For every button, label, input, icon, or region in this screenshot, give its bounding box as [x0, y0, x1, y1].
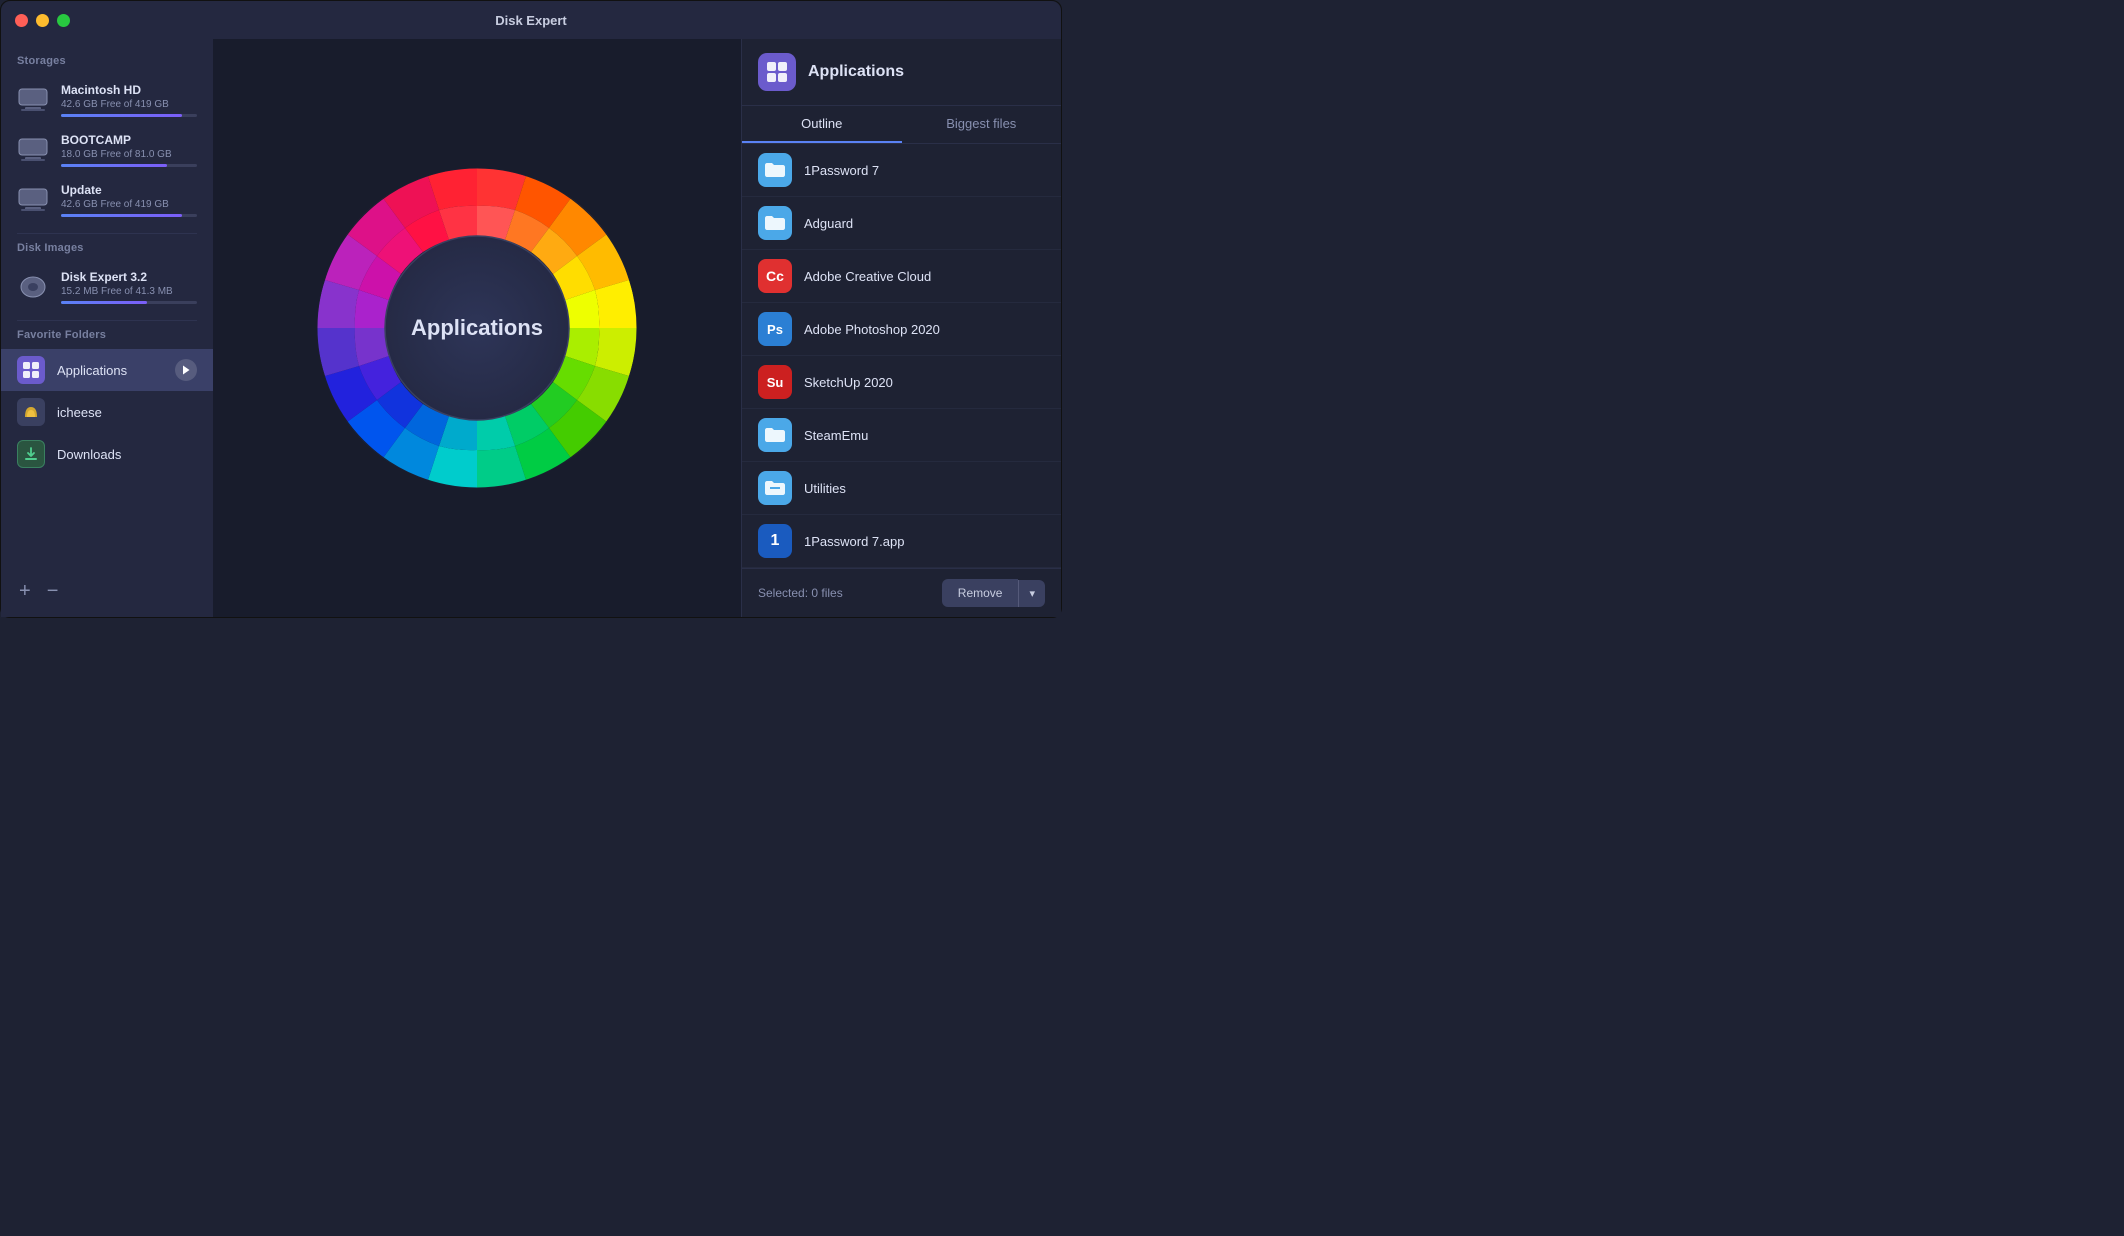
- file-item-adobe-cc[interactable]: Cc Adobe Creative Cloud: [742, 250, 1061, 303]
- bootcamp-name: BOOTCAMP: [61, 133, 197, 147]
- file-item-1password7[interactable]: 1Password 7: [742, 144, 1061, 197]
- app-title: Disk Expert: [495, 13, 567, 28]
- maximize-button[interactable]: [57, 14, 70, 27]
- update-icon: [17, 186, 49, 214]
- remove-button[interactable]: Remove: [942, 579, 1019, 607]
- file-item-steamemu[interactable]: SteamEmu: [742, 409, 1061, 462]
- disk-expert-progress-fill: [61, 301, 147, 304]
- photoshop-name: Adobe Photoshop 2020: [804, 322, 940, 337]
- utilities-name: Utilities: [804, 481, 846, 496]
- sidebar-item-bootcamp[interactable]: BOOTCAMP 18.0 GB Free of 81.0 GB: [1, 125, 213, 175]
- tabs-bar: Outline Biggest files: [742, 106, 1061, 144]
- steamemu-name: SteamEmu: [804, 428, 868, 443]
- utilities-folder-icon: [758, 471, 792, 505]
- sketchup-icon: Su: [758, 365, 792, 399]
- 1password7-app-name: 1Password 7.app: [804, 534, 904, 549]
- macintosh-hd-progress-bg: [61, 114, 197, 117]
- adguard-folder-icon: [758, 206, 792, 240]
- divider-2: [17, 320, 197, 321]
- sidebar-item-update[interactable]: Update 42.6 GB Free of 419 GB: [1, 175, 213, 225]
- adguard-name: Adguard: [804, 216, 853, 231]
- favorites-section-title: Favorite Folders: [1, 329, 213, 349]
- tab-biggest-files[interactable]: Biggest files: [902, 106, 1062, 143]
- storages-section-title: Storages: [1, 55, 213, 75]
- update-progress-bg: [61, 214, 197, 217]
- macintosh-hd-name: Macintosh HD: [61, 83, 197, 97]
- traffic-lights: [15, 14, 70, 27]
- disk-expert-progress-bg: [61, 301, 197, 304]
- disk-expert-name: Disk Expert 3.2: [61, 270, 197, 284]
- selection-status: Selected: 0 files: [758, 586, 843, 600]
- minimize-button[interactable]: [36, 14, 49, 27]
- donut-chart: [297, 148, 657, 508]
- update-progress-fill: [61, 214, 182, 217]
- bootcamp-info: BOOTCAMP 18.0 GB Free of 81.0 GB: [61, 133, 197, 167]
- disk-expert-info: Disk Expert 3.2 15.2 MB Free of 41.3 MB: [61, 270, 197, 304]
- applications-play-button[interactable]: [175, 359, 197, 381]
- file-item-sketchup[interactable]: Su SketchUp 2020: [742, 356, 1061, 409]
- bootcamp-progress-bg: [61, 164, 197, 167]
- macintosh-hd-icon: [17, 86, 49, 114]
- icheese-fav-label: icheese: [57, 405, 197, 420]
- right-header: Applications: [742, 39, 1061, 106]
- downloads-fav-label: Downloads: [57, 447, 197, 462]
- photoshop-icon: Ps: [758, 312, 792, 346]
- close-button[interactable]: [15, 14, 28, 27]
- applications-fav-label: Applications: [57, 363, 163, 378]
- donut-chart-container: Applications: [297, 148, 657, 508]
- disk-expert-icon: [17, 273, 49, 301]
- right-header-title: Applications: [808, 63, 904, 81]
- 1password7-folder-icon: [758, 153, 792, 187]
- update-sub: 42.6 GB Free of 419 GB: [61, 199, 197, 210]
- right-footer: Selected: 0 files Remove ▾: [742, 568, 1061, 617]
- update-name: Update: [61, 183, 197, 197]
- downloads-fav-icon: [17, 440, 45, 468]
- tab-outline[interactable]: Outline: [742, 106, 902, 143]
- macintosh-hd-progress-fill: [61, 114, 182, 117]
- titlebar: Disk Expert: [1, 1, 1061, 39]
- sidebar-bottom-actions: + −: [1, 571, 213, 601]
- sidebar-item-disk-expert[interactable]: Disk Expert 3.2 15.2 MB Free of 41.3 MB: [1, 262, 213, 312]
- update-info: Update 42.6 GB Free of 419 GB: [61, 183, 197, 217]
- sidebar: Storages Macintosh HD 42.6 GB Free of 41…: [1, 39, 213, 617]
- main-content: Storages Macintosh HD 42.6 GB Free of 41…: [1, 39, 1061, 617]
- file-item-1password7-app[interactable]: 1 1Password 7.app: [742, 515, 1061, 568]
- file-item-utilities[interactable]: Utilities: [742, 462, 1061, 515]
- bootcamp-icon: [17, 136, 49, 164]
- sketchup-name: SketchUp 2020: [804, 375, 893, 390]
- disk-expert-sub: 15.2 MB Free of 41.3 MB: [61, 286, 197, 297]
- adobe-cc-name: Adobe Creative Cloud: [804, 269, 931, 284]
- remove-btn-group: Remove ▾: [942, 579, 1045, 607]
- add-favorite-button[interactable]: +: [19, 581, 31, 601]
- file-item-adguard[interactable]: Adguard: [742, 197, 1061, 250]
- file-item-photoshop[interactable]: Ps Adobe Photoshop 2020: [742, 303, 1061, 356]
- disk-images-section-title: Disk Images: [1, 242, 213, 262]
- favorite-item-downloads[interactable]: Downloads: [1, 433, 213, 475]
- center-panel: Applications: [213, 39, 741, 617]
- remove-chevron-button[interactable]: ▾: [1018, 580, 1045, 607]
- sidebar-item-macintosh-hd[interactable]: Macintosh HD 42.6 GB Free of 419 GB: [1, 75, 213, 125]
- 1password7-name: 1Password 7: [804, 163, 879, 178]
- remove-favorite-button[interactable]: −: [47, 581, 59, 601]
- adobe-cc-icon: Cc: [758, 259, 792, 293]
- favorite-item-icheese[interactable]: icheese: [1, 391, 213, 433]
- bootcamp-sub: 18.0 GB Free of 81.0 GB: [61, 149, 197, 160]
- divider-1: [17, 233, 197, 234]
- macintosh-hd-info: Macintosh HD 42.6 GB Free of 419 GB: [61, 83, 197, 117]
- right-header-icon: [758, 53, 796, 91]
- macintosh-hd-sub: 42.6 GB Free of 419 GB: [61, 99, 197, 110]
- applications-fav-icon: [17, 356, 45, 384]
- icheese-fav-icon: [17, 398, 45, 426]
- steamemu-folder-icon: [758, 418, 792, 452]
- bootcamp-progress-fill: [61, 164, 167, 167]
- right-panel: Applications Outline Biggest files 1Pass…: [741, 39, 1061, 617]
- file-list: 1Password 7 Adguard Cc Adobe Creative Cl…: [742, 144, 1061, 568]
- 1password7-app-icon: 1: [758, 524, 792, 558]
- favorite-item-applications[interactable]: Applications: [1, 349, 213, 391]
